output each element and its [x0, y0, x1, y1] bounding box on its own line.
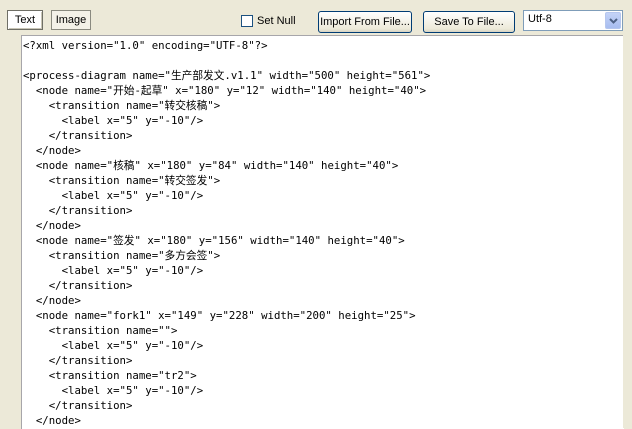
code-line: <process-diagram name="生产部发文.v1.1" width…: [23, 69, 431, 82]
code-line: <label x="5" y="-10"/>: [23, 264, 204, 277]
code-line: </transition>: [23, 129, 133, 142]
code-line: </transition>: [23, 204, 133, 217]
code-line: </node>: [23, 219, 81, 232]
save-to-file-button[interactable]: Save To File...: [423, 11, 515, 33]
code-line: </node>: [23, 414, 81, 427]
code-line: <label x="5" y="-10"/>: [23, 114, 204, 127]
code-line: <transition name="tr2">: [23, 369, 197, 382]
code-line: <node name="fork1" x="149" y="228" width…: [23, 309, 416, 322]
toolbar: Text Image Set Null Import From File... …: [0, 0, 632, 34]
right-edge-bar: [623, 35, 632, 428]
code-line: </node>: [23, 294, 81, 307]
code-line: <label x="5" y="-10"/>: [23, 339, 204, 352]
import-from-file-button[interactable]: Import From File...: [318, 11, 412, 33]
xml-content[interactable]: <?xml version="1.0" encoding="UTF-8"?> <…: [22, 36, 624, 428]
code-line: <transition name="">: [23, 324, 178, 337]
set-null-control[interactable]: Set Null: [241, 13, 296, 29]
chevron-down-icon: [609, 18, 618, 24]
encoding-selected-value: Utf-8: [528, 13, 552, 25]
code-line: </transition>: [23, 279, 133, 292]
code-line: </node>: [23, 144, 81, 157]
xml-text-editor[interactable]: <?xml version="1.0" encoding="UTF-8"?> <…: [21, 35, 624, 429]
tab-image[interactable]: Image: [51, 10, 91, 30]
code-line: <label x="5" y="-10"/>: [23, 189, 204, 202]
code-line: </transition>: [23, 399, 133, 412]
code-line: <transition name="转交签发">: [23, 174, 221, 187]
encoding-select[interactable]: Utf-8: [523, 10, 623, 31]
tab-text[interactable]: Text: [7, 10, 43, 30]
set-null-label: Set Null: [257, 15, 296, 27]
code-line: <?xml version="1.0" encoding="UTF-8"?>: [23, 39, 268, 52]
code-line: <transition name="多方会签">: [23, 249, 221, 262]
code-line: <label x="5" y="-10"/>: [23, 384, 204, 397]
code-line: <node name="签发" x="180" y="156" width="1…: [23, 234, 405, 247]
set-null-checkbox[interactable]: [241, 15, 253, 27]
dropdown-button[interactable]: [605, 12, 621, 29]
code-line: </transition>: [23, 354, 133, 367]
code-line: <node name="核稿" x="180" y="84" width="14…: [23, 159, 399, 172]
code-line: <transition name="转交核稿">: [23, 99, 221, 112]
code-line: <node name="开始-起草" x="180" y="12" width=…: [23, 84, 427, 97]
